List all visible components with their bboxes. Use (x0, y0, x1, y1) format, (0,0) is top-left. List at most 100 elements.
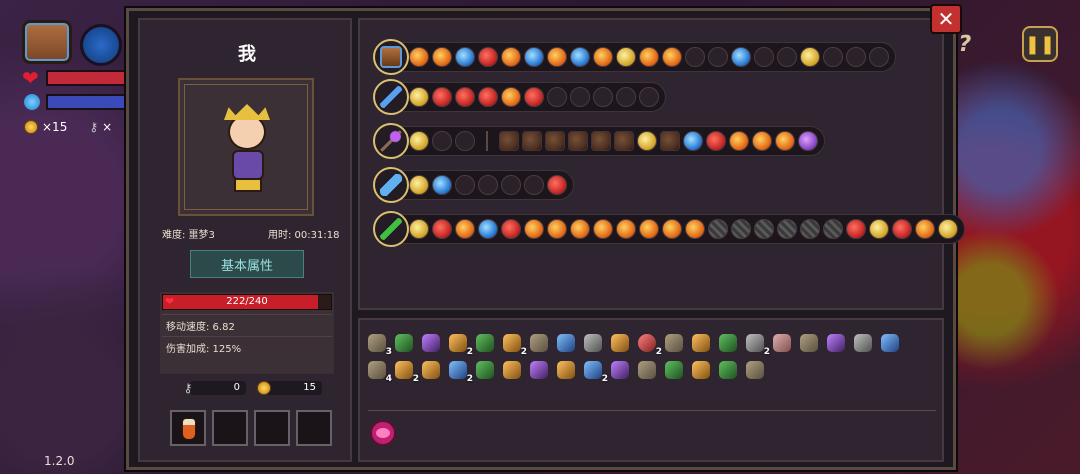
inventory-item[interactable]: 2 (744, 332, 770, 357)
consumable-slot[interactable] (170, 410, 206, 446)
enchant-icon[interactable] (501, 87, 521, 107)
staff-weapon-icon[interactable] (373, 123, 409, 159)
enchant-icon[interactable] (455, 47, 475, 67)
inventory-item[interactable]: 2 (447, 332, 473, 357)
enchant-icon[interactable] (639, 219, 659, 239)
inventory-item[interactable] (420, 332, 442, 354)
weapon-row[interactable] (373, 167, 574, 203)
empty-enchant-slot[interactable] (708, 47, 728, 67)
enchant-icon[interactable] (432, 219, 452, 239)
inventory-item[interactable]: 4 (366, 359, 392, 384)
enchant-icon[interactable] (432, 47, 452, 67)
empty-enchant-slot[interactable] (846, 47, 866, 67)
inventory-item[interactable]: 2 (447, 359, 473, 384)
enchant-icon[interactable] (478, 47, 498, 67)
inventory-item[interactable] (420, 359, 442, 381)
enchant-icon[interactable] (685, 219, 705, 239)
weapon-row[interactable] (373, 79, 666, 115)
inventory-item[interactable] (690, 359, 712, 381)
empty-enchant-slot[interactable] (754, 47, 774, 67)
enchant-icon[interactable] (524, 219, 544, 239)
enchant-icon[interactable] (409, 47, 429, 67)
enchant-icon[interactable] (777, 219, 797, 239)
inventory-item[interactable]: 3 (366, 332, 392, 357)
inventory-item[interactable] (663, 332, 685, 354)
enchant-icon[interactable] (409, 131, 429, 151)
enchant-icon[interactable] (547, 175, 567, 195)
enchant-icon[interactable] (683, 131, 703, 151)
enchant-icon[interactable] (938, 219, 958, 239)
empty-enchant-slot[interactable] (432, 131, 452, 151)
enchant-icon[interactable] (798, 131, 818, 151)
enchant-icon[interactable] (800, 219, 820, 239)
weapon-row[interactable] (373, 39, 896, 75)
enchant-icon[interactable] (501, 219, 521, 239)
enchant-icon[interactable] (499, 131, 519, 151)
inventory-item[interactable] (501, 359, 523, 381)
blade-weapon-icon[interactable] (373, 167, 409, 203)
empty-enchant-slot[interactable] (524, 175, 544, 195)
inventory-item[interactable] (663, 359, 685, 381)
inventory-item[interactable] (771, 332, 793, 354)
enchant-icon[interactable] (478, 219, 498, 239)
enchant-icon[interactable] (547, 47, 567, 67)
inventory-item[interactable] (852, 332, 874, 354)
enchant-icon[interactable] (570, 219, 590, 239)
weapon-row[interactable] (373, 211, 965, 247)
inventory-item[interactable] (582, 332, 604, 354)
inventory-item[interactable] (879, 332, 901, 354)
empty-enchant-slot[interactable] (455, 175, 475, 195)
enchant-icon[interactable] (729, 131, 749, 151)
enchant-icon[interactable] (662, 219, 682, 239)
enchant-icon[interactable] (752, 131, 772, 151)
enchant-icon[interactable] (616, 47, 636, 67)
tab-basic-attributes[interactable]: 基本属性 (190, 250, 304, 278)
weapon-slot-icon[interactable] (80, 24, 122, 66)
enchant-icon[interactable] (524, 47, 544, 67)
empty-enchant-slot[interactable] (547, 87, 567, 107)
empty-enchant-slot[interactable] (616, 87, 636, 107)
inventory-item[interactable] (528, 332, 550, 354)
enchant-icon[interactable] (708, 219, 728, 239)
inventory-item[interactable] (474, 359, 496, 381)
piggy-bank-button[interactable] (370, 420, 396, 446)
enchant-icon[interactable] (706, 131, 726, 151)
consumable-slot[interactable] (296, 410, 332, 446)
enchant-icon[interactable] (754, 219, 774, 239)
inventory-item[interactable] (636, 359, 658, 381)
inventory-item[interactable]: 2 (582, 359, 608, 384)
enchant-icon[interactable] (731, 47, 751, 67)
enchant-icon[interactable] (639, 47, 659, 67)
empty-enchant-slot[interactable] (823, 47, 843, 67)
consumable-slot[interactable] (212, 410, 248, 446)
inventory-item[interactable]: 2 (393, 359, 419, 384)
inventory-item[interactable] (555, 332, 577, 354)
inventory-item[interactable] (528, 359, 550, 381)
enchant-icon[interactable] (869, 219, 889, 239)
enchant-icon[interactable] (409, 219, 429, 239)
empty-enchant-slot[interactable] (570, 87, 590, 107)
inventory-item[interactable] (744, 359, 766, 381)
enchant-icon[interactable] (823, 219, 843, 239)
enchant-icon[interactable] (915, 219, 935, 239)
chest-icon[interactable] (22, 20, 72, 64)
help-button[interactable]: ? (956, 32, 991, 60)
enchant-icon[interactable] (524, 87, 544, 107)
enchant-icon[interactable] (616, 219, 636, 239)
enchant-icon[interactable] (478, 87, 498, 107)
enchant-icon[interactable] (593, 219, 613, 239)
enchant-icon[interactable] (892, 219, 912, 239)
inventory-item[interactable] (474, 332, 496, 354)
inventory-item[interactable] (717, 332, 739, 354)
inventory-item[interactable]: 2 (501, 332, 527, 357)
empty-enchant-slot[interactable] (593, 87, 613, 107)
pause-button[interactable]: ❚❚ (1022, 26, 1058, 62)
close-button[interactable]: ✕ (930, 4, 962, 34)
inventory-item[interactable] (609, 359, 631, 381)
enchant-icon[interactable] (570, 47, 590, 67)
empty-enchant-slot[interactable] (501, 175, 521, 195)
inventory-item[interactable] (825, 332, 847, 354)
enchant-icon[interactable] (846, 219, 866, 239)
empty-enchant-slot[interactable] (639, 87, 659, 107)
enchant-icon[interactable] (591, 131, 611, 151)
